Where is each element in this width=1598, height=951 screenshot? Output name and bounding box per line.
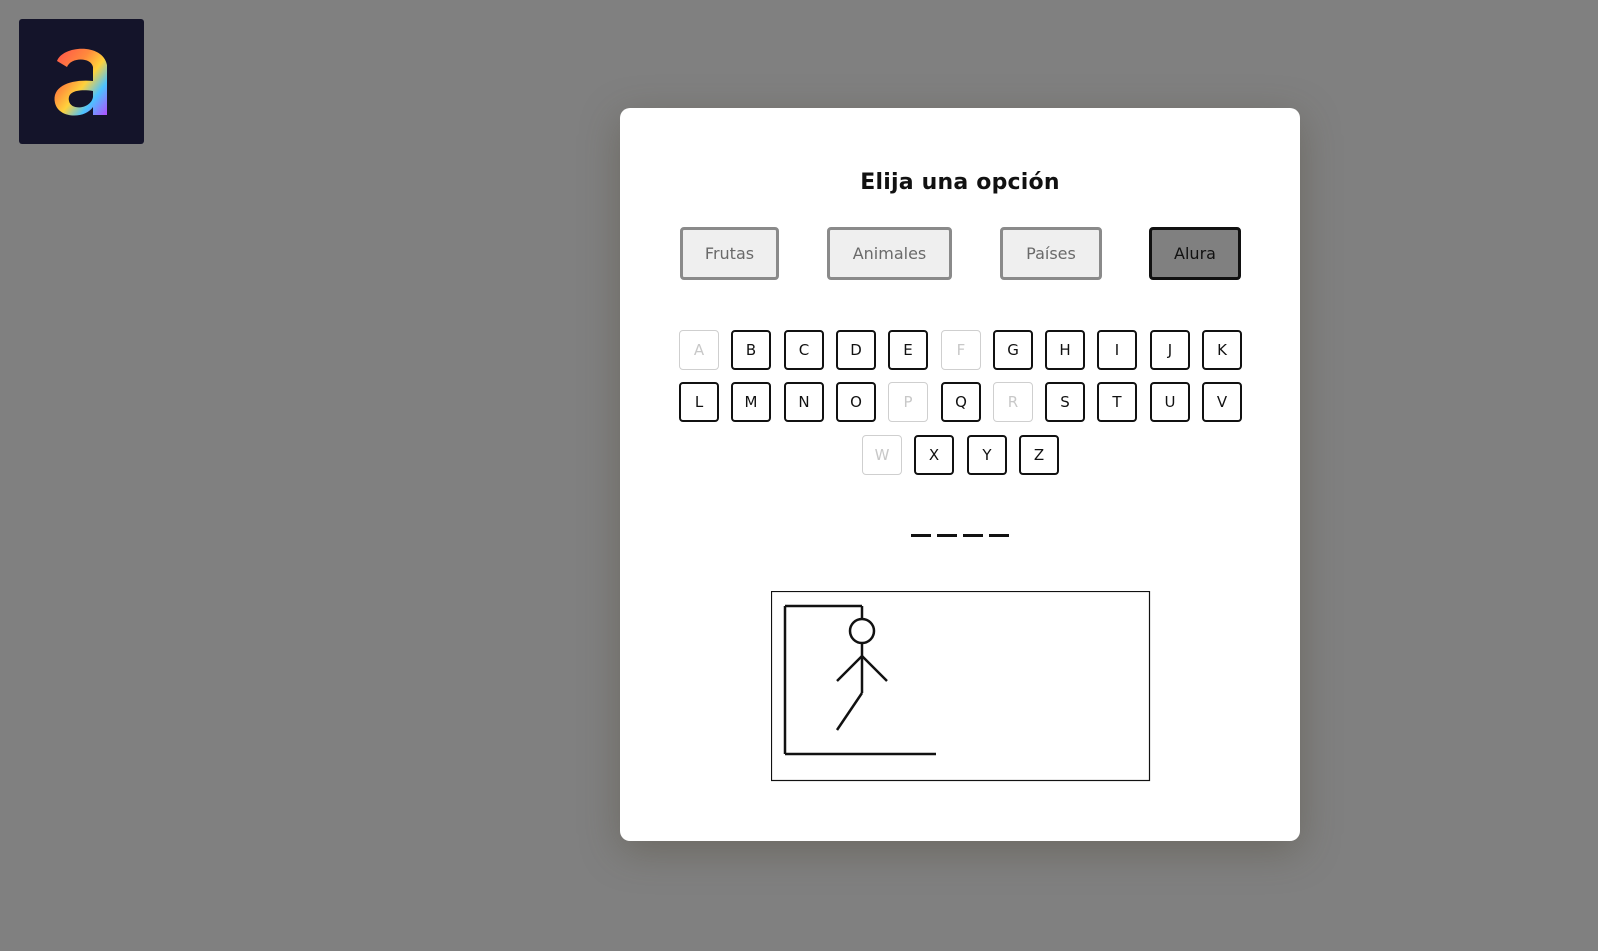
- letter-slot: [963, 534, 983, 537]
- letter-slot: [989, 534, 1009, 537]
- key-g[interactable]: G: [993, 330, 1033, 370]
- category-button-alura[interactable]: Alura: [1149, 227, 1241, 280]
- key-l[interactable]: L: [679, 382, 719, 422]
- key-q[interactable]: Q: [941, 382, 981, 422]
- category-button-paises[interactable]: Países: [1000, 227, 1102, 280]
- key-o[interactable]: O: [836, 382, 876, 422]
- hangman-drawing: [771, 591, 1151, 782]
- game-modal: Elija una opción Frutas Animales Países …: [620, 108, 1300, 841]
- category-button-frutas[interactable]: Frutas: [680, 227, 779, 280]
- letter-slot: [937, 534, 957, 537]
- key-j[interactable]: J: [1150, 330, 1190, 370]
- key-v[interactable]: V: [1202, 382, 1242, 422]
- key-r[interactable]: R: [993, 382, 1033, 422]
- key-p[interactable]: P: [888, 382, 928, 422]
- key-m[interactable]: M: [731, 382, 771, 422]
- modal-title: Elija una opción: [860, 170, 1060, 195]
- key-d[interactable]: D: [836, 330, 876, 370]
- key-u[interactable]: U: [1150, 382, 1190, 422]
- key-s[interactable]: S: [1045, 382, 1085, 422]
- key-a[interactable]: A: [679, 330, 719, 370]
- key-n[interactable]: N: [784, 382, 824, 422]
- key-k[interactable]: K: [1202, 330, 1242, 370]
- key-w[interactable]: W: [862, 435, 902, 475]
- key-y[interactable]: Y: [967, 435, 1007, 475]
- alura-logo: [19, 19, 144, 144]
- hangman-frame: [771, 591, 1151, 782]
- key-t[interactable]: T: [1097, 382, 1137, 422]
- key-x[interactable]: X: [914, 435, 954, 475]
- key-f[interactable]: F: [941, 330, 981, 370]
- key-e[interactable]: E: [888, 330, 928, 370]
- key-b[interactable]: B: [731, 330, 771, 370]
- key-h[interactable]: H: [1045, 330, 1085, 370]
- key-z[interactable]: Z: [1019, 435, 1059, 475]
- alura-logo-icon: [54, 48, 107, 116]
- key-i[interactable]: I: [1097, 330, 1137, 370]
- category-button-animales[interactable]: Animales: [827, 227, 952, 280]
- key-c[interactable]: C: [784, 330, 824, 370]
- letter-slot: [911, 534, 931, 537]
